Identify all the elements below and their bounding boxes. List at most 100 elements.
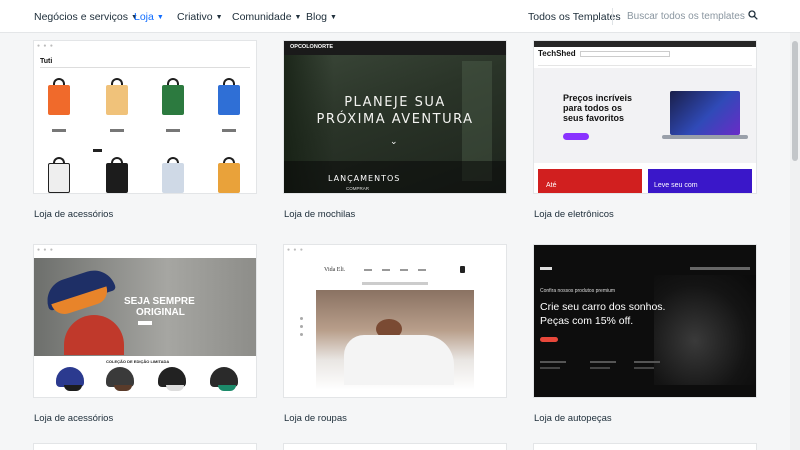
- preview-brand: TechShed: [538, 49, 576, 58]
- bag-icon: [460, 266, 465, 273]
- promo-text: Leve seu com: [654, 182, 698, 189]
- nav-item-loja[interactable]: Loja ▼: [134, 11, 164, 23]
- preview-headline: para todos os: [563, 103, 623, 113]
- preview-cta: [138, 321, 152, 325]
- preview-subtitle: [362, 282, 428, 285]
- template-preview[interactable]: TechShed Preços incríveis para todos os …: [534, 41, 756, 193]
- nav-item-comunidade[interactable]: Comunidade ▼: [232, 11, 301, 23]
- preview-menu-item: [364, 269, 372, 271]
- preview-dots: ● ● ●: [37, 247, 54, 253]
- preview-feature: [590, 361, 616, 363]
- preview-brand: OPCOLONORTE: [290, 44, 334, 50]
- social-icon: [300, 325, 303, 328]
- all-templates-link[interactable]: Todos os Templates: [528, 11, 621, 23]
- preview-divider: [40, 67, 250, 68]
- preview-search: [580, 51, 670, 57]
- template-preview[interactable]: ● ● ● Tuti: [34, 41, 256, 193]
- preview-dots: ● ● ●: [37, 43, 54, 49]
- template-card[interactable]: OPCOLONORTE PLANEJE SUA PRÓXIMA AVENTURA…: [284, 41, 506, 220]
- nav-item-label: Negócios e serviços: [34, 11, 128, 23]
- template-preview[interactable]: Confira nossos produtos premium Crie seu…: [534, 245, 756, 397]
- bag-image: [106, 163, 128, 193]
- bed-sheets: [344, 335, 454, 385]
- preview-feature: [540, 361, 566, 363]
- preview-cta: [563, 133, 589, 140]
- preview-headline: ORIGINAL: [136, 307, 185, 318]
- bag-image: [48, 85, 70, 115]
- preview-headline: seus favoritos: [563, 113, 625, 123]
- chevron-down-icon: ▼: [330, 13, 337, 21]
- nav-item-negocios[interactable]: Negócios e serviços ▼: [34, 11, 138, 23]
- page-scrollbar[interactable]: [790, 33, 800, 450]
- preview-headline: Preços incríveis: [563, 93, 633, 103]
- preview-headline: SEJA SEMPRE: [124, 296, 195, 307]
- preview-headline: PRÓXIMA AVENTURA: [316, 112, 474, 127]
- preview-kicker: Confira nossos produtos premium: [540, 288, 616, 294]
- promo-tile-purple: [648, 169, 752, 193]
- bag-image: [218, 85, 240, 115]
- nav-item-blog[interactable]: Blog ▼: [306, 11, 337, 23]
- preview-collection-title: COLEÇÃO DE EDIÇÃO LIMITADA: [106, 359, 170, 364]
- chevron-down-icon: ▼: [294, 13, 302, 21]
- search-input[interactable]: [627, 7, 745, 26]
- chevron-down-icon: ⌄: [390, 136, 398, 146]
- template-card-title[interactable]: Loja de mochilas: [284, 209, 355, 220]
- template-card-partial[interactable]: [534, 444, 756, 450]
- social-icon: [300, 317, 303, 320]
- laptop-image: [670, 91, 740, 135]
- bag-image: [162, 85, 184, 115]
- cap-brim: [218, 385, 236, 391]
- template-card[interactable]: ● ● ● SEJA SEMPRE ORIGINAL COLEÇÃO DE ED…: [34, 245, 256, 424]
- preview-section-sub: COMPRAR: [346, 186, 370, 191]
- template-card[interactable]: Confira nossos produtos premium Crie seu…: [534, 245, 756, 424]
- price-tag: [93, 149, 102, 152]
- preview-divider: [538, 65, 752, 66]
- template-card-partial[interactable]: [34, 444, 256, 450]
- bag-image: [218, 163, 240, 193]
- template-preview[interactable]: ● ● ● SEJA SEMPRE ORIGINAL COLEÇÃO DE ED…: [34, 245, 256, 397]
- preview-feature: [590, 367, 610, 369]
- preview-brand: Vida Eli.: [324, 267, 346, 273]
- preview-feature: [540, 367, 560, 369]
- preview-dots: ● ● ●: [287, 247, 304, 253]
- price-line: [222, 129, 236, 132]
- cap-brim: [166, 385, 184, 391]
- car-image: [654, 275, 756, 385]
- template-card[interactable]: TechShed Preços incríveis para todos os …: [534, 41, 756, 220]
- search-icon[interactable]: [748, 10, 758, 20]
- scrollbar-thumb[interactable]: [792, 41, 798, 161]
- template-card-title[interactable]: Loja de acessórios: [34, 413, 113, 424]
- chevron-down-icon: ▼: [215, 13, 223, 21]
- price-line: [110, 129, 124, 132]
- cap-brim: [64, 385, 82, 391]
- template-card-title[interactable]: Loja de roupas: [284, 413, 347, 424]
- cap-image: [56, 367, 84, 387]
- template-preview[interactable]: OPCOLONORTE PLANEJE SUA PRÓXIMA AVENTURA…: [284, 41, 506, 193]
- price-line: [166, 129, 180, 132]
- promo-text: Até: [546, 182, 557, 189]
- template-card-title[interactable]: Loja de autopeças: [534, 413, 612, 424]
- preview-headline: Crie seu carro dos sonhos.: [540, 301, 666, 313]
- bag-image: [48, 163, 70, 193]
- template-card[interactable]: ● ● ● Tuti Loja de acessórios: [34, 41, 256, 220]
- preview-menu: [690, 267, 750, 270]
- template-preview[interactable]: ● ● ● Vida Eli.: [284, 245, 506, 397]
- bag-image: [106, 85, 128, 115]
- template-card-partial[interactable]: [284, 444, 506, 450]
- preview-topbar: [534, 41, 756, 47]
- template-card-title[interactable]: Loja de eletrônicos: [534, 209, 614, 220]
- preview-headline: Peças com 15% off.: [540, 315, 634, 327]
- preview-menu-item: [400, 269, 408, 271]
- laptop-base: [662, 135, 748, 139]
- template-card[interactable]: ● ● ● Vida Eli. Loja de roupas: [284, 245, 506, 424]
- preview-menu-item: [382, 269, 390, 271]
- nav-item-criativo[interactable]: Criativo ▼: [177, 11, 223, 23]
- preview-cta: [540, 337, 558, 342]
- nav-divider: [612, 8, 613, 25]
- preview-feature: [634, 361, 660, 363]
- cap-image: [106, 367, 134, 387]
- nav-item-label: Criativo: [177, 11, 213, 23]
- preview-logo: [540, 267, 552, 270]
- chevron-down-icon: ▼: [156, 13, 164, 21]
- template-card-title[interactable]: Loja de acessórios: [34, 209, 113, 220]
